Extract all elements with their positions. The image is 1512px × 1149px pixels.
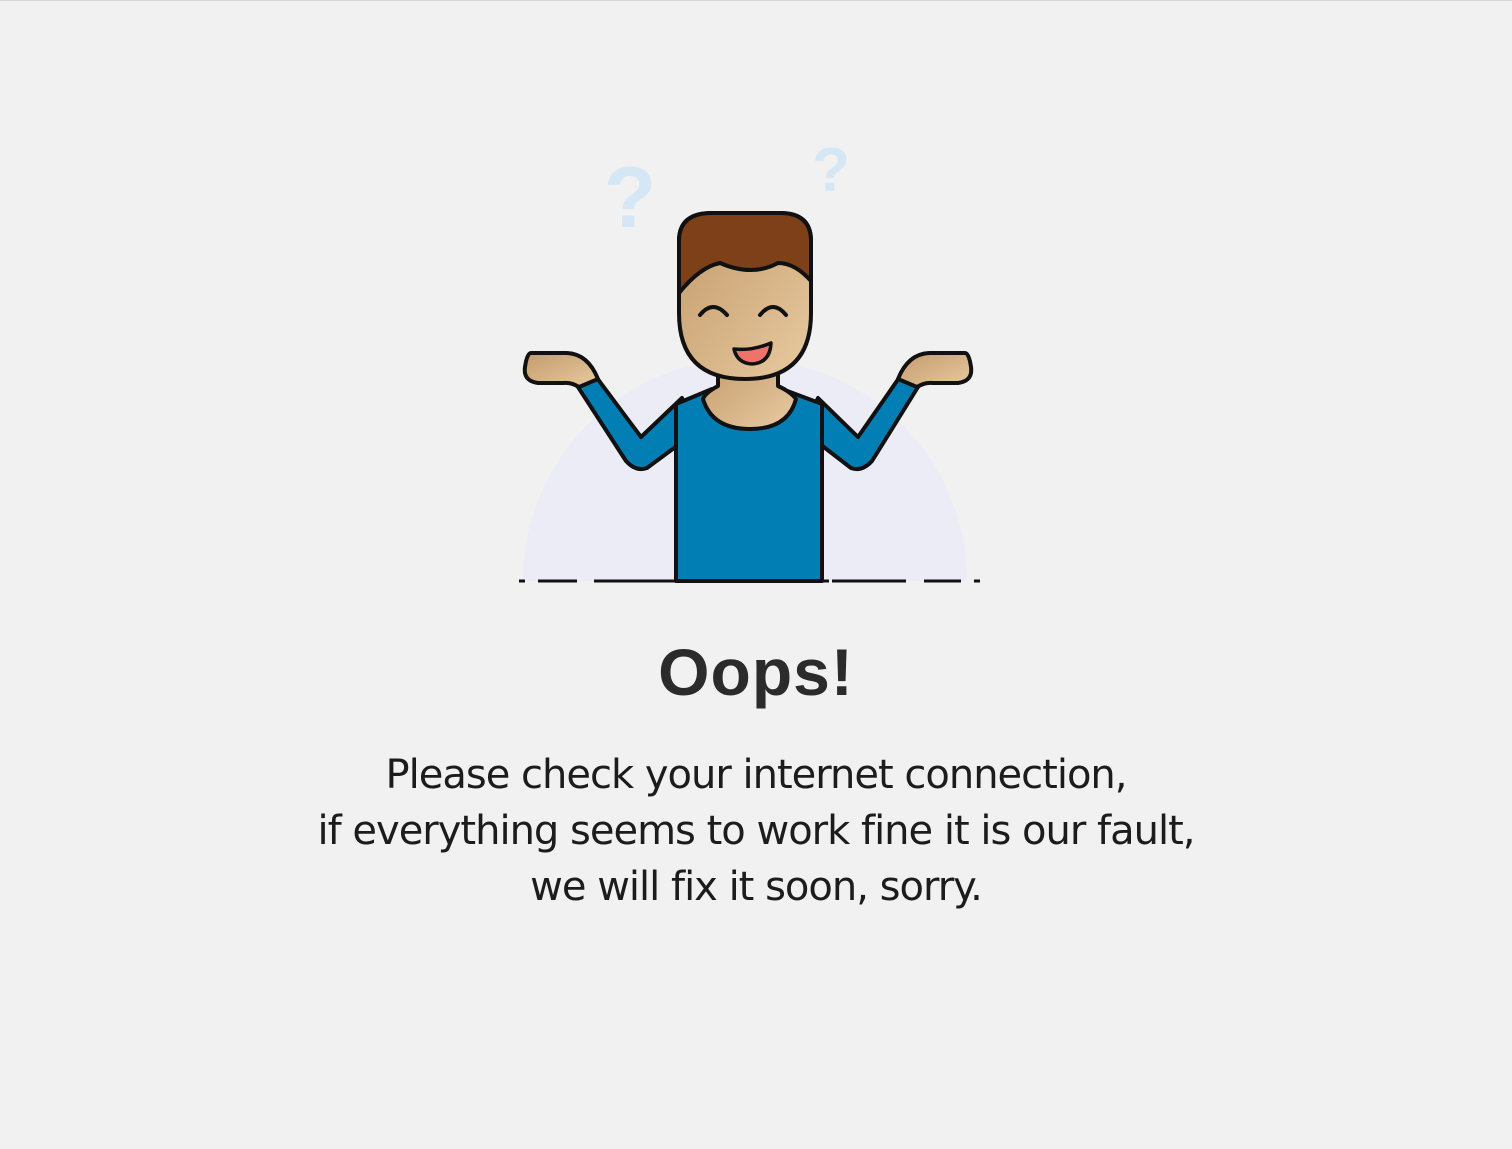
question-mark-icon: ? bbox=[604, 150, 657, 246]
error-page: ? ? Oops! Please check your internet con… bbox=[0, 0, 1512, 1149]
confused-person-illustration: ? ? bbox=[519, 136, 980, 583]
error-message-line: Please check your internet connection, bbox=[385, 752, 1128, 798]
error-message-line: we will fix it soon, sorry. bbox=[530, 864, 983, 910]
error-message: Please check your internet connection, i… bbox=[0, 747, 1512, 915]
error-message-line: if everything seems to work fine it is o… bbox=[317, 808, 1196, 854]
error-title: Oops! bbox=[658, 635, 854, 709]
question-mark-icon: ? bbox=[812, 136, 850, 205]
